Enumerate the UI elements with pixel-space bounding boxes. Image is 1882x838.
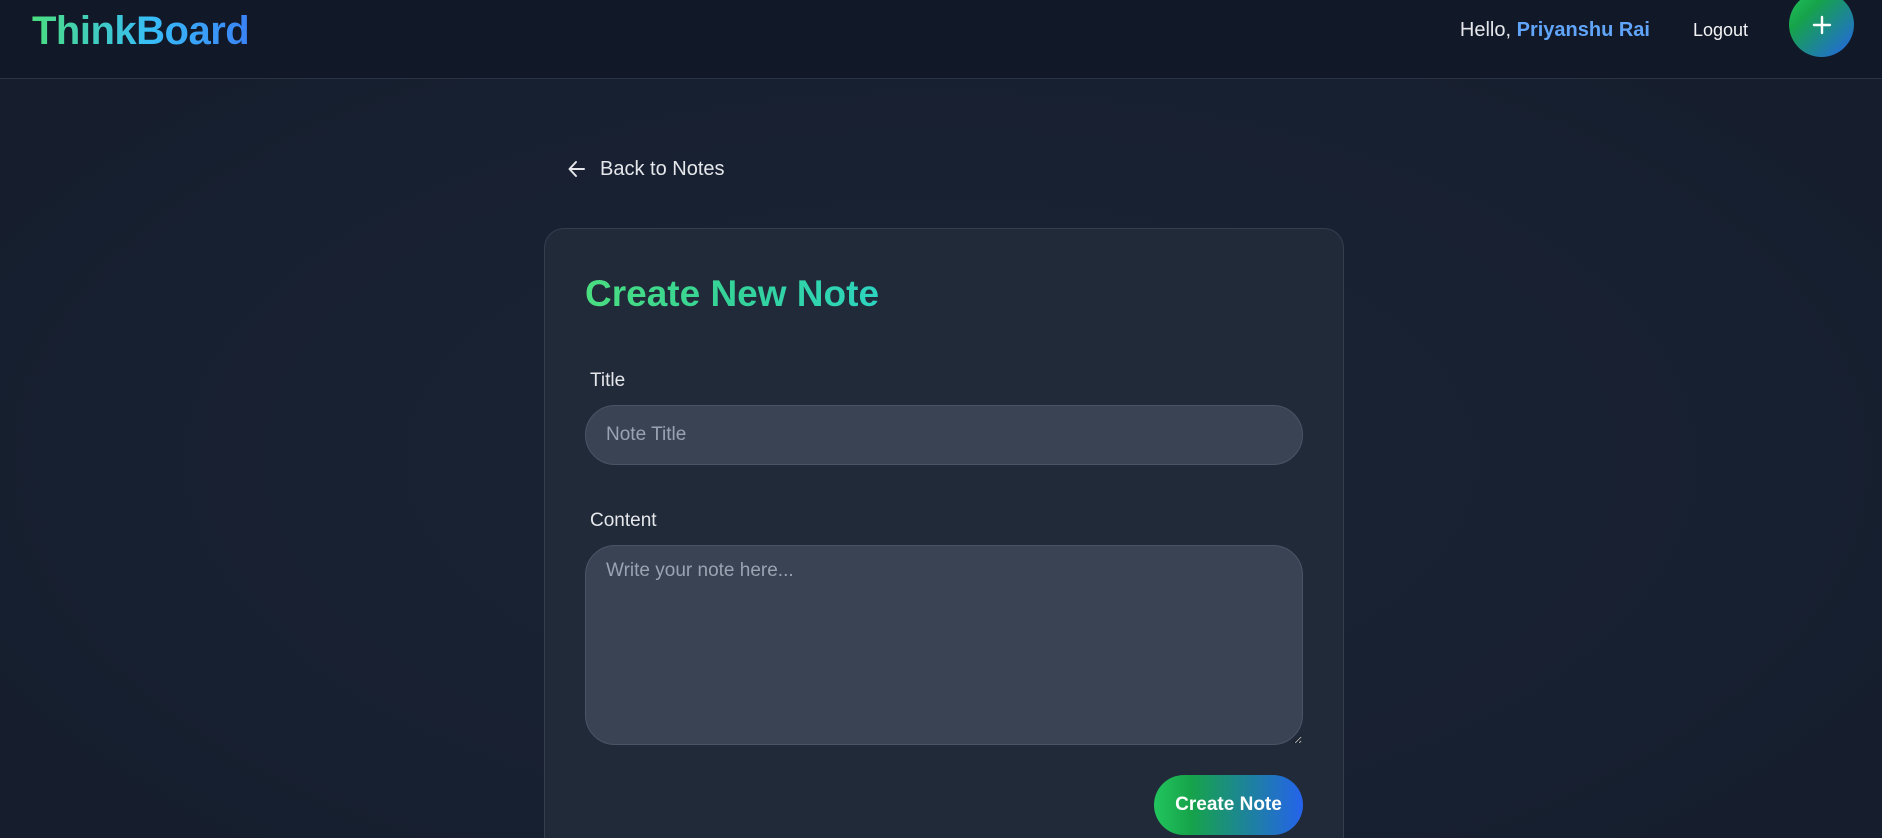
title-label: Title [590,370,626,391]
note-title-input[interactable] [585,405,1303,465]
greeting-prefix: Hello, [1459,19,1512,41]
user-name: Priyanshu Rai [1516,19,1650,41]
content-label: Content [590,510,657,531]
create-note-button[interactable]: Create Note [1154,775,1303,835]
logout-button[interactable]: Logout [1693,18,1748,42]
note-content-textarea[interactable] [585,545,1303,745]
arrow-left-icon [568,161,585,177]
create-note-card: Create New Note Title Content Create Not… [544,228,1344,838]
app-logo[interactable]: ThinkBoard [32,6,250,56]
add-note-button[interactable] [1789,0,1854,57]
back-to-notes-link[interactable]: Back to Notes [566,154,725,184]
page-title: Create New Note [585,271,879,317]
back-link-label: Back to Notes [600,158,725,180]
top-navbar: ThinkBoard Hello, Priyanshu Rai Logout [0,0,1882,79]
plus-icon [1812,15,1831,34]
user-greeting: Hello, Priyanshu Rai [1460,16,1650,44]
